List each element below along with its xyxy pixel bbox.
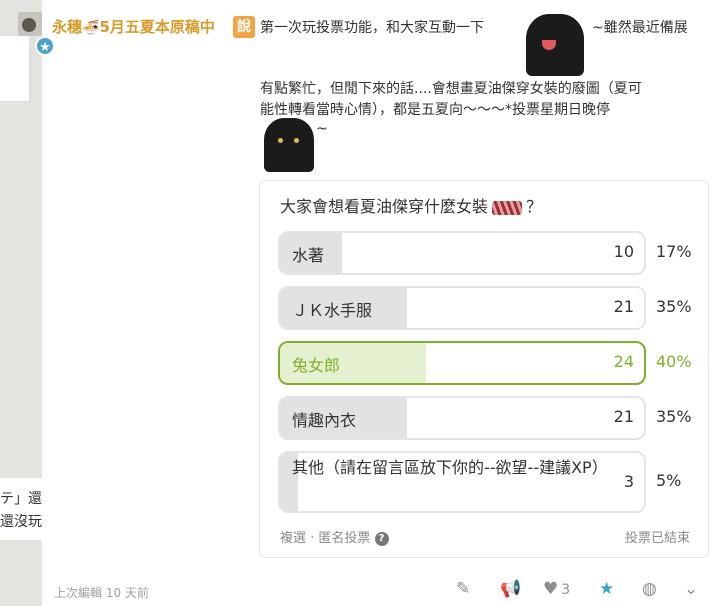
poll-option-count: 21 (613, 297, 634, 316)
like-count: 3 (561, 582, 571, 598)
poll-option-label: 其他（請在留言區放下你的--欲望--建議XP） (292, 458, 608, 477)
poll-option-percent: 5% (656, 471, 682, 490)
post-text-line: 有點繁忙，但閒下來的話....會想畫夏油傑穿女裝的廢圖（夏可 (260, 81, 642, 97)
post-text-line: 第一次玩投票功能，和大家互動一下 (260, 20, 484, 36)
poll-option-percent: 35% (656, 407, 692, 426)
post-text-line: 能性轉看當時心情），都是五夏向～～～*投票星期日晚停 (260, 102, 610, 118)
poll-question-suffix: ？ (526, 197, 543, 216)
poll-question-text: 大家會想看夏油傑穿什麼女裝 (280, 197, 489, 216)
author-badge-text: 5月五夏本原稿中 (99, 18, 215, 36)
help-icon[interactable]: ? (374, 531, 389, 546)
author-name[interactable]: 永穗🍜5月五夏本原稿中 (52, 16, 215, 37)
poll-option-selected[interactable]: 兔女郎 24 (278, 341, 646, 385)
poll-option[interactable]: 水著 10 (278, 231, 646, 275)
heart-icon: ♥ (543, 579, 559, 599)
poll-option-count: 3 (623, 472, 634, 491)
poll-option-label: 水著 (292, 246, 325, 265)
poll-option-percent: 40% (656, 352, 692, 371)
poll-option-count: 10 (613, 242, 634, 261)
star-icon[interactable]: ★ (599, 578, 614, 600)
chevron-down-icon[interactable]: ⌄ (684, 578, 698, 600)
edited-timestamp: 上次編輯 10 天前 (54, 586, 149, 600)
edit-icon[interactable]: ✎ (456, 578, 470, 600)
adjacent-post-fragment: 還沒玩 (0, 514, 42, 530)
poll-question: 大家會想看夏油傑穿什麼女裝 ？ (280, 193, 542, 217)
megaphone-icon[interactable]: 📢 (500, 578, 521, 600)
poll-status: 投票已結束 (624, 531, 690, 546)
poll-option-percent: 35% (656, 297, 692, 316)
poll-settings: 複選 · 匿名投票 ? (280, 527, 389, 546)
post-text-line: ~雖然最近備展 (592, 20, 688, 36)
poll-option-percent: 17% (656, 242, 692, 261)
poll-card: 大家會想看夏油傑穿什麼女裝？ 水著 10 17% ＪＫ水手服 21 35% 兔女… (259, 180, 709, 558)
poll-option-label: 情趣內衣 (292, 411, 357, 430)
adjacent-panel (0, 36, 30, 102)
poll-option[interactable]: 其他（請在留言區放下你的--欲望--建議XP） 3 (278, 451, 646, 513)
black-cat-sticker (264, 118, 314, 172)
noodle-bowl-icon: 🍜 (82, 20, 100, 36)
adjacent-post-fragment: テ」還 (0, 491, 42, 507)
post-text-line: ~ (316, 121, 328, 137)
like-button[interactable]: ♥ 3 (543, 578, 570, 600)
poll-option-label: 兔女郎 (292, 356, 341, 375)
sticker-emoji (492, 200, 523, 215)
avatar[interactable] (18, 12, 42, 36)
poll-settings-text: 複選 · 匿名投票 (280, 531, 371, 546)
poll-option[interactable]: ＪＫ水手服 21 (278, 286, 646, 330)
globe-icon[interactable]: ◍ (642, 578, 657, 600)
black-dog-sticker (526, 14, 584, 76)
poll-option-label: ＪＫ水手服 (292, 301, 373, 320)
category-tag[interactable]: 說 (233, 16, 255, 38)
poll-option[interactable]: 情趣內衣 21 (278, 396, 646, 440)
poll-option-count: 21 (613, 407, 634, 426)
author-name-text: 永穗 (52, 18, 83, 36)
poll-option-count: 24 (613, 352, 634, 371)
star-icon: ★ (35, 36, 55, 56)
